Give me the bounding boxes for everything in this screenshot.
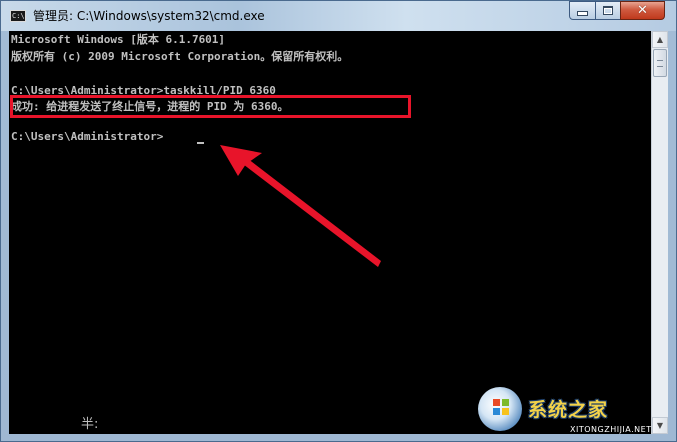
maximize-button[interactable] [595, 1, 621, 20]
ime-status: 半: [81, 417, 99, 432]
title-bar[interactable]: C:\ 管理员: C:\Windows\system32\cmd.exe ✕ [1, 1, 676, 31]
scroll-up-button[interactable]: ▲ [652, 31, 668, 48]
vertical-scrollbar[interactable]: ▲ ▼ [651, 31, 668, 434]
arrow-annotation [220, 145, 381, 267]
cmd-window: C:\ 管理员: C:\Windows\system32\cmd.exe ✕ M… [0, 0, 677, 442]
watermark-title: 系统之家 [528, 399, 609, 421]
scroll-up-icon: ▲ [656, 35, 664, 44]
scroll-thumb[interactable] [653, 49, 667, 77]
minimize-button[interactable] [569, 1, 596, 20]
maximize-icon [603, 6, 613, 15]
windows-logo-icon [478, 387, 522, 431]
close-button[interactable]: ✕ [620, 1, 665, 20]
console-output[interactable]: Microsoft Windows [版本 6.1.7601] 版权所有 (c)… [9, 31, 651, 434]
close-icon: ✕ [637, 3, 648, 18]
site-watermark: 系统之家 XITONGZHIJIA.NET [478, 385, 677, 442]
watermark-subtitle: XITONGZHIJIA.NET [570, 425, 652, 434]
app-icon-label: C:\ [12, 12, 25, 20]
arrow-shaft [239, 155, 381, 267]
cmd-app-icon[interactable]: C:\ [10, 10, 26, 22]
window-title: 管理员: C:\Windows\system32\cmd.exe [33, 9, 265, 23]
minimize-icon [577, 11, 588, 16]
